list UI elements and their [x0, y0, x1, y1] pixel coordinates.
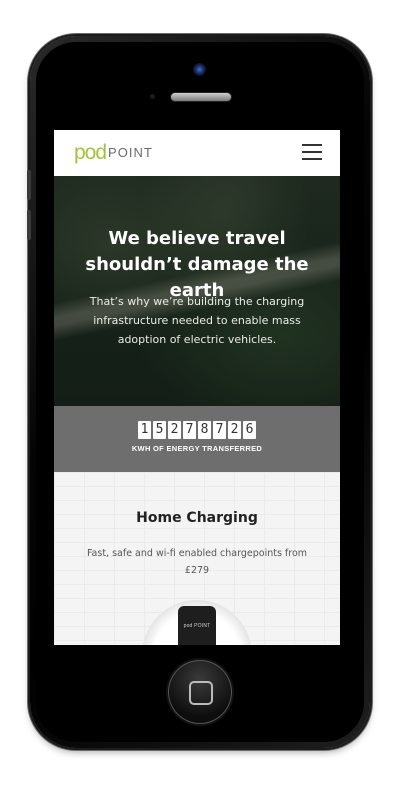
home-charging-section: Home Charging Fast, safe and wi-fi enabl…: [54, 472, 340, 645]
logo-pod-text: pod: [74, 141, 107, 164]
home-charging-title: Home Charging: [136, 510, 258, 526]
chargepoint-image[interactable]: pod POINT: [178, 606, 216, 645]
home-button[interactable]: [168, 660, 232, 724]
pod-point-logo[interactable]: pod POINT: [74, 141, 153, 164]
site-header: pod POINT: [54, 130, 340, 176]
energy-counter: 1 5 2 7 8 7 2 6 KWH OF ENERGY TRANSFERRE…: [54, 406, 340, 472]
home-button-square-icon: [189, 681, 213, 705]
counter-digit: 7: [183, 421, 196, 439]
hero-banner: We believe travel shouldn’t damage the e…: [54, 176, 340, 406]
counter-digit: 1: [138, 421, 151, 439]
counter-digits: 1 5 2 7 8 7 2 6: [54, 421, 340, 439]
counter-digit: 5: [153, 421, 166, 439]
charger-logo-text: pod POINT: [183, 623, 211, 629]
phone-screen: pod POINT We believe travel shouldn’t da…: [54, 130, 340, 645]
hero-text: That’s why we’re building the charging i…: [89, 295, 305, 346]
earpiece-speaker: [170, 92, 232, 102]
volume-up-button: [27, 170, 31, 200]
counter-label: KWH OF ENERGY TRANSFERRED: [131, 444, 263, 453]
logo-point-text: POINT: [108, 145, 153, 160]
counter-digit: 2: [228, 421, 241, 439]
camera-icon: [193, 63, 206, 76]
counter-digit: 6: [243, 421, 256, 439]
proximity-sensor: [150, 94, 155, 99]
counter-digit: 2: [168, 421, 181, 439]
counter-digit: 7: [213, 421, 226, 439]
counter-digit: 8: [198, 421, 211, 439]
hamburger-menu-icon[interactable]: [302, 144, 322, 160]
volume-down-button: [27, 210, 31, 240]
home-charging-text: Fast, safe and wi-fi enabled chargepoint…: [86, 548, 308, 576]
